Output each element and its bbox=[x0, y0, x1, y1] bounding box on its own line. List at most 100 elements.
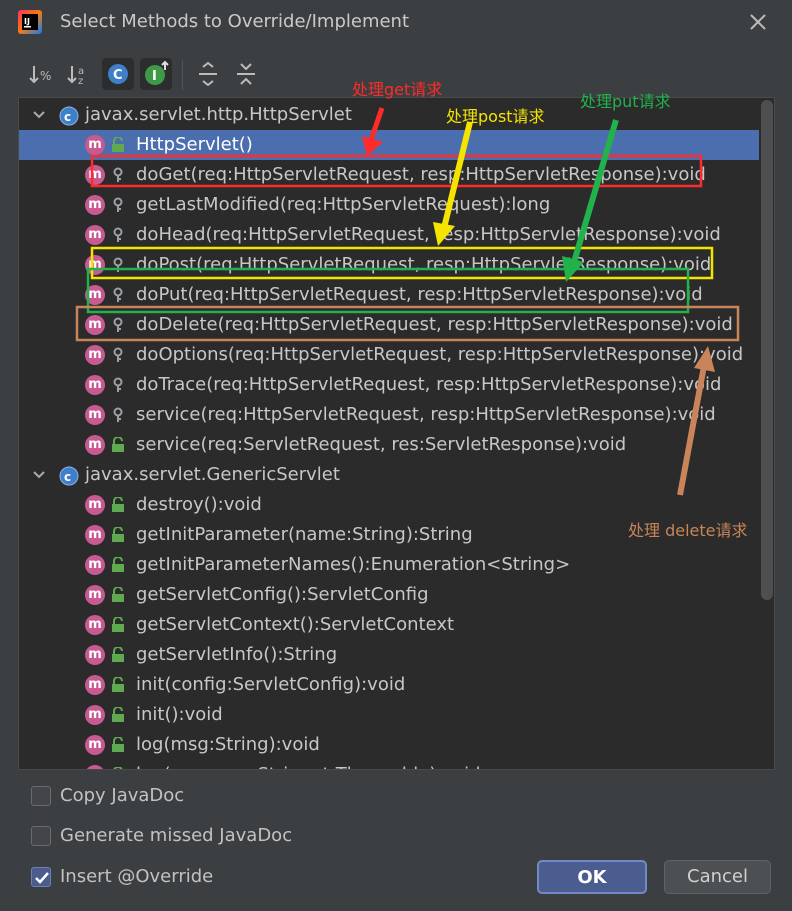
close-icon[interactable] bbox=[744, 8, 772, 36]
class-icon: c bbox=[59, 106, 79, 126]
method-signature: log(message:String, t:Throwable):void bbox=[136, 764, 481, 769]
generate-missed-javadoc-checkbox[interactable] bbox=[31, 826, 51, 846]
class-name: javax.servlet.GenericServlet bbox=[85, 464, 340, 485]
method-signature: doPost(req:HttpServletRequest, resp:Http… bbox=[136, 254, 712, 275]
method-icon: m bbox=[85, 645, 105, 665]
sort-alpha-icon: a z bbox=[67, 66, 84, 87]
svg-text:I: I bbox=[152, 69, 157, 84]
protected-key-icon bbox=[113, 227, 123, 242]
get-annotation: 处理get请求 bbox=[352, 80, 443, 99]
insert-override-label: Insert @Override bbox=[60, 866, 214, 887]
protected-key-icon bbox=[113, 167, 123, 182]
method-row[interactable]: m destroy():void bbox=[19, 490, 759, 520]
method-row[interactable]: m doOptions(req:HttpServletRequest, resp:… bbox=[19, 340, 759, 370]
method-row[interactable]: m doPost(req:HttpServletRequest, resp:Htt… bbox=[19, 250, 759, 280]
method-signature: init(config:ServletConfig):void bbox=[136, 674, 406, 695]
method-row[interactable]: m service(req:HttpServletRequest, resp:Ht… bbox=[19, 400, 759, 430]
collapse-all-button[interactable] bbox=[230, 58, 262, 90]
ok-button[interactable]: OK bbox=[537, 860, 647, 894]
protected-key-icon bbox=[113, 257, 123, 272]
method-signature: log(msg:String):void bbox=[136, 734, 320, 755]
method-icon: m bbox=[85, 285, 105, 305]
expand-all-button[interactable] bbox=[192, 58, 224, 90]
method-row[interactable]: m init():void bbox=[19, 700, 759, 730]
method-signature: doDelete(req:HttpServletRequest, resp:Ht… bbox=[136, 314, 733, 335]
copy-javadoc-label: Copy JavaDoc bbox=[60, 785, 185, 806]
method-row[interactable]: m getInitParameterNames():Enumeration<Str… bbox=[19, 550, 759, 580]
public-lock-icon bbox=[112, 557, 124, 572]
public-lock-icon bbox=[112, 137, 124, 152]
method-icon: m bbox=[85, 555, 105, 575]
method-row[interactable]: m getLastModified(req:HttpServletRequest)… bbox=[19, 190, 759, 220]
method-row[interactable]: m log(message:String, t:Throwable):void bbox=[19, 760, 759, 769]
method-icon: m bbox=[85, 615, 105, 635]
method-signature: getInitParameterNames():Enumeration<Stri… bbox=[136, 554, 571, 575]
method-row[interactable]: m init(config:ServletConfig):void bbox=[19, 670, 759, 700]
method-tree[interactable]: c javax.servlet.http.HttpServlet m HttpServ… bbox=[18, 97, 775, 770]
method-signature: service(req:ServletRequest, res:ServletR… bbox=[136, 434, 627, 455]
show-interfaces-button[interactable]: I bbox=[140, 58, 172, 90]
method-icon: m bbox=[85, 585, 105, 605]
protected-key-icon bbox=[113, 377, 123, 392]
public-lock-icon bbox=[112, 527, 124, 542]
method-row[interactable]: m HttpServlet() bbox=[19, 130, 759, 160]
protected-key-icon bbox=[113, 347, 123, 362]
protected-key-icon bbox=[113, 317, 123, 332]
method-icon: m bbox=[85, 165, 105, 185]
chevron-down-icon[interactable] bbox=[31, 467, 47, 483]
method-row[interactable]: m log(msg:String):void bbox=[19, 730, 759, 760]
method-icon: m bbox=[85, 375, 105, 395]
method-signature: HttpServlet() bbox=[136, 134, 253, 155]
protected-key-icon bbox=[113, 407, 123, 422]
post-annotation: 处理post请求 bbox=[446, 107, 545, 126]
delete-annotation: 处理 delete请求 bbox=[628, 521, 748, 540]
protected-key-icon bbox=[113, 287, 123, 302]
public-lock-icon bbox=[112, 497, 124, 512]
show-classes-button[interactable]: C bbox=[102, 58, 134, 90]
sort-alphabetically-button[interactable]: a z bbox=[64, 58, 96, 90]
method-row[interactable]: m getServletContext():ServletContext bbox=[19, 610, 759, 640]
sort-visibility-icon: % bbox=[29, 66, 51, 84]
method-signature: doGet(req:HttpServletRequest, resp:HttpS… bbox=[136, 164, 706, 185]
method-icon: m bbox=[85, 195, 105, 215]
method-row[interactable]: m doHead(req:HttpServletRequest, resp:Htt… bbox=[19, 220, 759, 250]
method-signature: getServletContext():ServletContext bbox=[136, 614, 455, 635]
method-row[interactable]: m getServletConfig():ServletConfig bbox=[19, 580, 759, 610]
put-annotation: 处理put请求 bbox=[580, 92, 671, 111]
class-name: javax.servlet.http.HttpServlet bbox=[85, 104, 352, 125]
method-row[interactable]: m service(req:ServletRequest, res:Servlet… bbox=[19, 430, 759, 460]
method-signature: getServletConfig():ServletConfig bbox=[136, 584, 429, 605]
intellij-logo-icon: IJ bbox=[18, 10, 42, 34]
sort-by-visibility-button[interactable]: % bbox=[26, 58, 58, 90]
toolbar-separator bbox=[182, 60, 183, 90]
public-lock-icon bbox=[112, 617, 124, 632]
method-row[interactable]: m doPut(req:HttpServletRequest, resp:Http… bbox=[19, 280, 759, 310]
method-row[interactable]: m doDelete(req:HttpServletRequest, resp:H… bbox=[19, 310, 759, 340]
public-lock-icon bbox=[112, 647, 124, 662]
class-node[interactable]: c javax.servlet.GenericServlet bbox=[19, 460, 759, 490]
method-icon: m bbox=[85, 405, 105, 425]
method-row[interactable]: m doTrace(req:HttpServletRequest, resp:Ht… bbox=[19, 370, 759, 400]
tree-scrollbar[interactable] bbox=[761, 100, 773, 600]
public-lock-icon bbox=[112, 707, 124, 722]
insert-override-checkbox[interactable] bbox=[31, 867, 51, 887]
copy-javadoc-checkbox[interactable] bbox=[31, 786, 51, 806]
svg-text:C: C bbox=[113, 68, 123, 83]
method-icon: m bbox=[85, 525, 105, 545]
method-icon: m bbox=[85, 675, 105, 695]
method-signature: destroy():void bbox=[136, 494, 262, 515]
method-row[interactable]: m getServletInfo():String bbox=[19, 640, 759, 670]
class-icon: c bbox=[59, 466, 79, 486]
svg-text:c: c bbox=[64, 470, 71, 484]
chevron-down-icon[interactable] bbox=[31, 107, 47, 123]
public-lock-icon bbox=[112, 737, 124, 752]
method-icon: m bbox=[85, 345, 105, 365]
method-signature: service(req:HttpServletRequest, resp:Htt… bbox=[136, 404, 716, 425]
interface-icon: I bbox=[145, 60, 169, 85]
method-icon: m bbox=[85, 255, 105, 275]
method-signature: doPut(req:HttpServletRequest, resp:HttpS… bbox=[136, 284, 703, 305]
method-signature: getLastModified(req:HttpServletRequest):… bbox=[136, 194, 551, 215]
method-row[interactable]: m doGet(req:HttpServletRequest, resp:Http… bbox=[19, 160, 759, 190]
method-signature: doTrace(req:HttpServletRequest, resp:Htt… bbox=[136, 374, 722, 395]
cancel-button[interactable]: Cancel bbox=[664, 860, 771, 894]
